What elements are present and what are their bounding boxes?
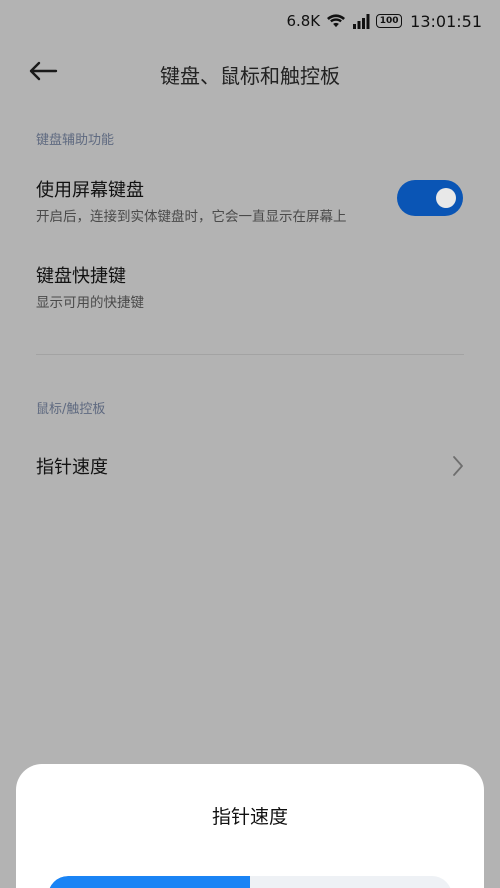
keyboard-shortcuts-subtitle: 显示可用的快捷键 (36, 295, 144, 311)
settings-screen: 6.8K 100 13:01:51 键盘、鼠标和触控板 键盘辅助功能 使用屏幕键… (0, 0, 500, 888)
pointer-speed-title: 指针速度 (36, 457, 108, 478)
battery-icon: 100 (376, 14, 403, 28)
screen-keyboard-toggle[interactable] (397, 180, 463, 216)
page-title: 键盘、鼠标和触控板 (160, 64, 340, 88)
section-divider (36, 354, 464, 355)
signal-icon (352, 13, 370, 29)
pointer-speed-slider[interactable] (48, 876, 452, 888)
section-label-keyboard: 键盘辅助功能 (36, 133, 115, 148)
sheet-title: 指针速度 (211, 806, 288, 828)
header: 键盘、鼠标和触控板 (0, 48, 500, 98)
toggle-knob (436, 188, 456, 208)
pointer-speed-row[interactable]: 指针速度 (36, 453, 464, 479)
wifi-icon (326, 13, 346, 29)
status-bar: 6.8K 100 13:01:51 (0, 0, 500, 42)
keyboard-shortcuts-row[interactable]: 键盘快捷键 显示可用的快捷键 (36, 262, 464, 311)
pointer-speed-sheet: 指针速度 (16, 764, 484, 888)
section-label-mouse: 鼠标/触控板 (36, 402, 106, 417)
slider-fill (48, 876, 250, 888)
keyboard-shortcuts-title: 键盘快捷键 (36, 266, 126, 287)
clock: 13:01:51 (410, 11, 482, 31)
network-speed: 6.8K (286, 12, 321, 30)
chevron-right-icon (452, 455, 464, 481)
